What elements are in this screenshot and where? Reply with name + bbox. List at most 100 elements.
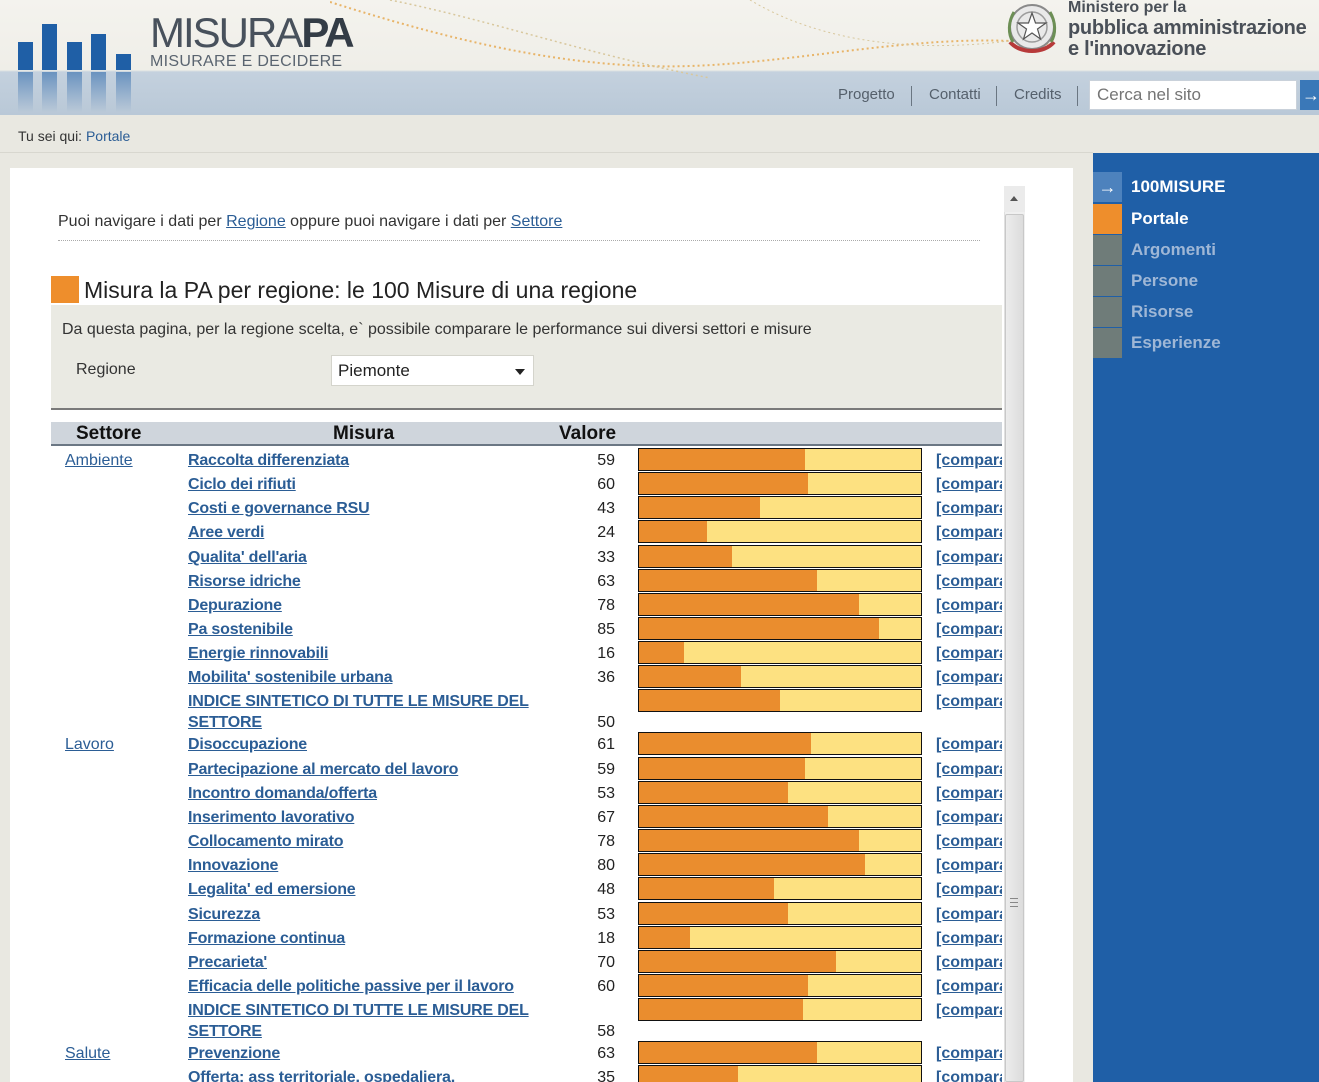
valore-cell: 59 [597,452,615,469]
compare-link[interactable]: [comparare] [936,904,1002,925]
misura-link[interactable]: Prevenzione [188,1043,608,1064]
misura-link[interactable]: Energie rinnovabili [188,643,608,664]
sidebar-item-label: Risorse [1131,302,1194,321]
search-submit-button[interactable]: → [1300,80,1319,110]
scroll-up-button[interactable] [1004,186,1025,212]
nav-contatti[interactable]: Contatti [929,86,981,103]
misura-link[interactable]: Ciclo dei rifiuti [188,474,608,495]
misura-link[interactable]: Offerta: ass territoriale, ospedaliera, [188,1067,608,1082]
misura-link[interactable]: Formazione continua [188,928,608,949]
intro-text-1: Puoi navigare i dati per [58,213,227,230]
misura-link[interactable]: Raccolta differenziata [188,450,608,471]
inactive-marker-icon [1093,235,1122,265]
misura-link[interactable]: Aree verdi [188,522,608,543]
inactive-marker-icon [1093,266,1122,296]
value-bar [638,689,922,712]
misura-link[interactable]: INDICE SINTETICO DI TUTTE LE MISURE DEL … [188,1000,548,1042]
value-bar-fill [639,927,690,948]
scrollbar-thumb[interactable] [1005,214,1024,1082]
value-bar [638,448,922,471]
compare-link[interactable]: [comparare] [936,976,1002,997]
misura-link[interactable]: Mobilita' sostenibile urbana [188,667,608,688]
compare-link[interactable]: [comparare] [936,783,1002,804]
misura-link[interactable]: Precarieta' [188,952,608,973]
misura-link[interactable]: Depurazione [188,595,608,616]
nav-progetto[interactable]: Progetto [838,86,895,103]
compare-link[interactable]: [comparare] [936,831,1002,852]
misura-link[interactable]: Sicurezza [188,904,608,925]
misura-link[interactable]: Inserimento lavorativo [188,807,608,828]
value-bar-fill [639,878,774,899]
valore-cell: 53 [597,906,615,923]
misura-link[interactable]: Qualita' dell'aria [188,547,608,568]
value-bar [638,472,922,495]
compare-link[interactable]: [comparare] [936,807,1002,828]
breadcrumb-link-portale[interactable]: Portale [86,128,130,144]
misura-link[interactable]: Disoccupazione [188,734,608,755]
valore-cell: 48 [597,881,615,898]
compare-link[interactable]: [comparare] [936,759,1002,780]
compare-link[interactable]: [comparare] [936,474,1002,495]
sidebar-item-argomenti[interactable]: Argomenti [1093,235,1319,265]
value-bar [638,805,922,828]
misura-link[interactable]: Risorse idriche [188,571,608,592]
compare-link[interactable]: [comparare] [936,952,1002,973]
compare-link[interactable]: [comparare] [936,1000,1002,1021]
compare-link[interactable]: [comparare] [936,879,1002,900]
nav-credits[interactable]: Credits [1014,86,1062,103]
link-regione[interactable]: Regione [226,213,286,230]
value-bar [638,757,922,780]
settore-link[interactable]: Lavoro [65,734,114,755]
valore-cell: 33 [597,549,615,566]
misura-link[interactable]: Pa sostenibile [188,619,608,640]
compare-link[interactable]: [comparare] [936,667,1002,688]
compare-link[interactable]: [comparare] [936,522,1002,543]
misura-link[interactable]: Efficacia delle politiche passive per il… [188,976,608,997]
misura-link[interactable]: Collocamento mirato [188,831,608,852]
inactive-marker-icon [1093,297,1122,327]
misura-link[interactable]: Innovazione [188,855,608,876]
compare-link[interactable]: [comparare] [936,691,1002,712]
settore-link[interactable]: Salute [65,1043,110,1064]
title-marker-icon [51,276,79,303]
sidebar-item-label: 100MISURE [1131,177,1226,196]
compare-link[interactable]: [comparare] [936,450,1002,471]
sidebar-item-100misure[interactable]: → 100MISURE [1093,172,1319,202]
value-bar [638,569,922,592]
compare-link[interactable]: [comparare] [936,595,1002,616]
value-bar [638,974,922,997]
ministry-name[interactable]: Ministero per la pubblica amministrazion… [1068,0,1307,60]
compare-link[interactable]: [comparare] [936,1043,1002,1064]
value-bar-fill [639,618,879,639]
misura-link[interactable]: Legalita' ed emersione [188,879,608,900]
compare-link[interactable]: [comparare] [936,498,1002,519]
sidebar-item-persone[interactable]: Persone [1093,266,1319,296]
value-bar-fill [639,782,788,803]
sidebar-item-risorse[interactable]: Risorse [1093,297,1319,327]
valore-cell: 78 [597,833,615,850]
chevron-down-icon [515,369,525,375]
compare-link[interactable]: [comparare] [936,547,1002,568]
misura-link[interactable]: Partecipazione al mercato del lavoro [188,759,608,780]
compare-link[interactable]: [comparare] [936,855,1002,876]
compare-link[interactable]: [comparare] [936,928,1002,949]
compare-link[interactable]: [comparare] [936,571,1002,592]
misura-link[interactable]: Costi e governance RSU [188,498,608,519]
value-bar [638,496,922,519]
misura-link[interactable]: INDICE SINTETICO DI TUTTE LE MISURE DEL … [188,691,548,733]
compare-link[interactable]: [comparare] [936,619,1002,640]
link-settore[interactable]: Settore [511,213,563,230]
site-logo[interactable]: MISURAPA MISURARE E DECIDERE [150,12,355,70]
search-input[interactable] [1089,80,1297,110]
sidebar-item-esperienze[interactable]: Esperienze [1093,328,1319,358]
region-select[interactable]: Piemonte [331,355,534,386]
sidebar-item-label: Esperienze [1131,333,1221,352]
sidebar-item-portale[interactable]: Portale [1093,204,1319,234]
compare-link[interactable]: [comparare] [936,643,1002,664]
compare-link[interactable]: [comparare] [936,1067,1002,1082]
logo-bars-icon[interactable] [18,12,133,112]
compare-link[interactable]: [comparare] [936,734,1002,755]
misura-link[interactable]: Incontro domanda/offerta [188,783,608,804]
settore-link[interactable]: Ambiente [65,450,133,471]
republic-emblem-icon [1007,4,1057,53]
